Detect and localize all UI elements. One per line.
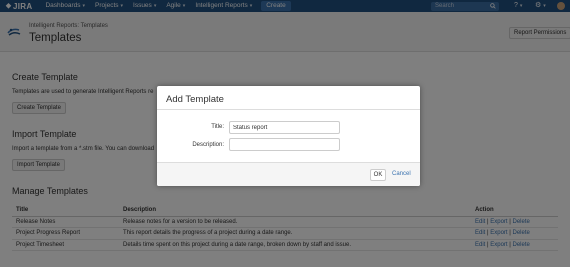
description-field[interactable]	[229, 138, 340, 151]
add-template-dialog: Add Template Title: Description: OK Canc…	[157, 86, 420, 186]
ok-button[interactable]: OK	[370, 169, 386, 181]
cancel-link[interactable]: Cancel	[392, 171, 411, 177]
dialog-footer: OK Cancel	[157, 162, 420, 186]
description-field-label: Description:	[192, 142, 224, 148]
dialog-divider	[157, 109, 420, 110]
dialog-title: Add Template	[166, 94, 224, 105]
title-field-label: Title:	[211, 124, 224, 130]
title-field[interactable]	[229, 121, 340, 134]
